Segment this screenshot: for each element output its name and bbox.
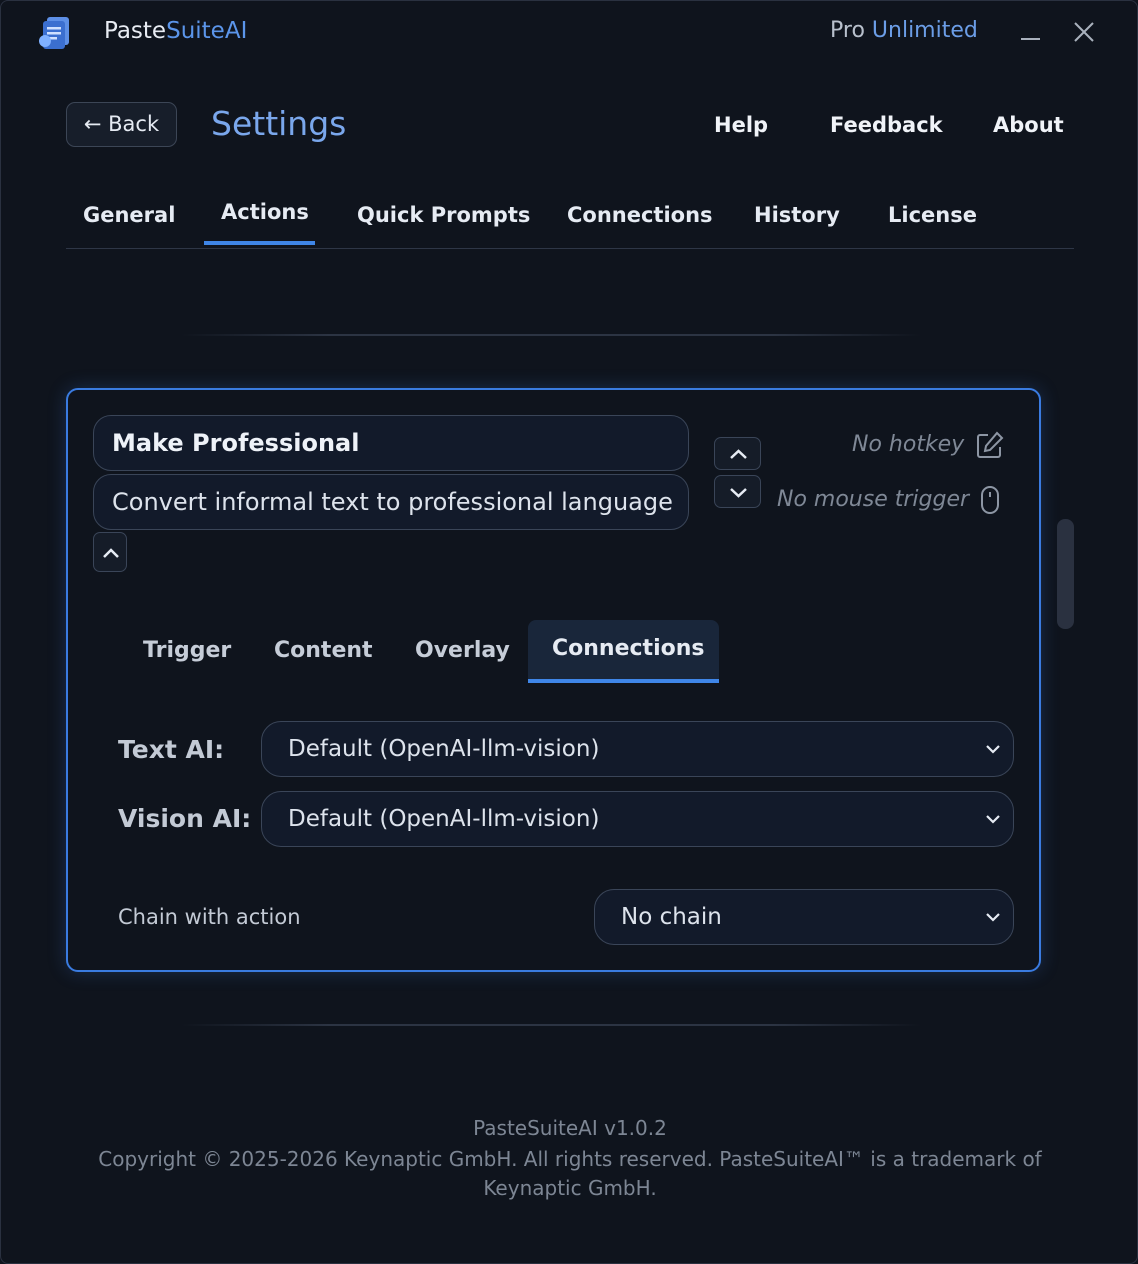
mouse-icon[interactable] [980,485,1002,515]
copyright-text: Copyright © 2025-2026 Keynaptic GmbH. Al… [98,1147,1042,1200]
tab-connections[interactable]: Connections [567,203,713,227]
tab-general[interactable]: General [83,203,175,227]
scrollbar-thumb[interactable] [1057,519,1074,629]
text-ai-label: Text AI: [118,735,225,764]
active-sub-tab-indicator [528,679,719,683]
app-title: PasteSuiteAI [104,18,247,44]
plan-prefix: Pro [830,18,865,43]
divider [181,334,921,336]
plan-badge: Pro Unlimited [830,18,978,43]
text-ai-value: Default (OpenAI-llm-vision) [288,736,600,762]
vision-ai-label: Vision AI: [118,804,252,833]
main-tab-bar: General Actions Quick Prompts Connection… [66,191,1074,249]
chain-value: No chain [621,904,722,930]
tab-history[interactable]: History [754,203,840,227]
chevron-up-icon [730,449,747,459]
divider [181,1024,921,1026]
sub-tab-overlay[interactable]: Overlay [415,638,510,663]
plan-suffix: Unlimited [871,18,978,43]
sub-tab-trigger[interactable]: Trigger [143,638,231,663]
chevron-up-icon [103,548,119,558]
tab-actions[interactable]: Actions [221,200,309,224]
app-logo-icon [39,17,69,49]
help-link[interactable]: Help [714,113,768,137]
hotkey-status: No hotkey [852,432,965,457]
version-text: PasteSuiteAI v1.0.2 [473,1116,667,1140]
back-button[interactable]: ← Back [66,102,177,147]
close-icon[interactable] [1072,20,1096,44]
chevron-down-icon [986,745,1000,754]
title-bar: PasteSuiteAI Pro Unlimited [1,1,1137,65]
move-up-button[interactable] [714,437,761,470]
page-title: Settings [211,104,347,143]
collapse-button[interactable] [93,532,127,572]
chain-label: Chain with action [118,905,301,929]
action-name-input[interactable]: Make Professional [93,415,689,471]
app-window: PasteSuiteAI Pro Unlimited ← Back Settin… [0,0,1138,1264]
move-down-button[interactable] [714,475,761,508]
tab-quick-prompts[interactable]: Quick Prompts [357,203,530,227]
edit-icon[interactable] [975,430,1005,460]
app-title-suffix: SuiteAI [166,18,248,44]
chevron-down-icon [986,815,1000,824]
vision-ai-select[interactable]: Default (OpenAI-llm-vision) [261,791,1014,847]
action-description-input[interactable]: Convert informal text to professional la… [93,474,689,530]
mouse-trigger-status: No mouse trigger [777,487,970,512]
vision-ai-value: Default (OpenAI-llm-vision) [288,806,600,832]
sub-tab-content[interactable]: Content [274,638,373,663]
sub-tab-connections[interactable]: Connections [552,636,704,661]
minimize-button[interactable] [1019,23,1043,47]
tab-license[interactable]: License [888,203,977,227]
app-title-prefix: Paste [104,18,167,44]
feedback-link[interactable]: Feedback [830,113,943,137]
active-tab-indicator [204,241,315,245]
text-ai-select[interactable]: Default (OpenAI-llm-vision) [261,721,1014,777]
chain-select[interactable]: No chain [594,889,1014,945]
about-link[interactable]: About [993,113,1064,137]
chevron-down-icon [986,913,1000,922]
chevron-down-icon [730,488,747,498]
